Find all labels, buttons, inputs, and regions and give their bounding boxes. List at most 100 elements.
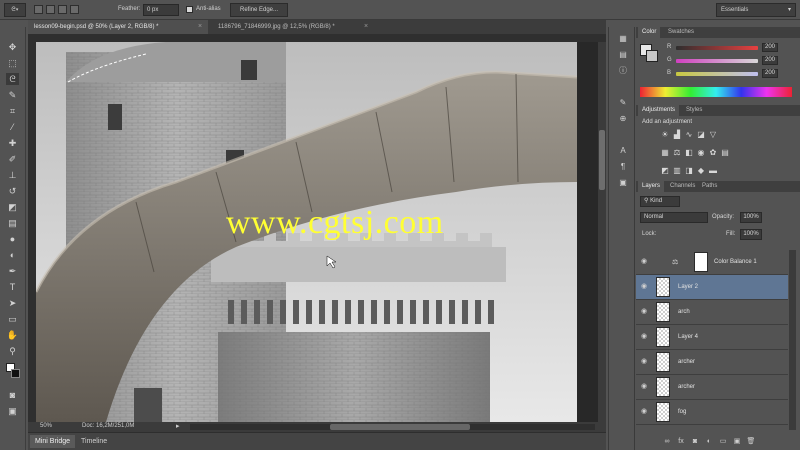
- link-layers-icon[interactable]: ∞: [662, 437, 672, 446]
- color-swatches-icon[interactable]: [6, 363, 20, 383]
- info-icon[interactable]: ⓘ: [617, 65, 629, 76]
- tab-swatches[interactable]: Swatches: [664, 27, 698, 38]
- channel-mixer-icon[interactable]: ✿: [708, 148, 718, 157]
- antialias-checkbox[interactable]: [186, 6, 193, 13]
- trash-icon[interactable]: 🗑: [746, 437, 756, 446]
- hand-tool-icon[interactable]: ✋: [6, 329, 19, 341]
- eraser-tool-icon[interactable]: ◩: [6, 201, 19, 213]
- invert-icon[interactable]: ◩: [660, 166, 670, 175]
- tab-mini-bridge[interactable]: Mini Bridge: [30, 435, 76, 448]
- brush-preset-icon[interactable]: ✎: [617, 97, 629, 108]
- eye-icon[interactable]: ◉: [641, 258, 649, 266]
- tab-styles[interactable]: Styles: [682, 105, 706, 116]
- dodge-tool-icon[interactable]: ◐: [6, 249, 19, 261]
- close-icon[interactable]: ×: [364, 20, 368, 34]
- refine-edge-button[interactable]: Refine Edge...: [230, 3, 288, 17]
- eye-icon[interactable]: ◉: [641, 283, 649, 291]
- horizontal-scrollbar-thumb[interactable]: [330, 424, 470, 430]
- levels-icon[interactable]: ▟: [672, 130, 682, 139]
- color-ramp[interactable]: [640, 87, 792, 97]
- slider-b[interactable]: [676, 72, 758, 76]
- tool-presets-icon[interactable]: ▣: [617, 177, 629, 188]
- eye-icon[interactable]: ◉: [641, 308, 649, 316]
- color-balance-icon[interactable]: ⚖: [672, 148, 682, 157]
- tab-channels[interactable]: Channels: [666, 181, 699, 192]
- selective-color-icon[interactable]: ◆: [696, 166, 706, 175]
- threshold-icon[interactable]: ◨: [684, 166, 694, 175]
- black-white-icon[interactable]: ◧: [684, 148, 694, 157]
- blend-mode-select[interactable]: Normal: [640, 212, 708, 223]
- eye-icon[interactable]: ◉: [641, 408, 649, 416]
- feather-input[interactable]: 0 px: [143, 4, 179, 16]
- path-select-tool-icon[interactable]: ➤: [6, 297, 19, 309]
- layer-row-archer[interactable]: ◉ archer: [636, 350, 788, 375]
- properties-icon[interactable]: ▤: [617, 49, 629, 60]
- layer-mask-thumb[interactable]: [694, 252, 708, 272]
- tab-adjustments[interactable]: Adjustments: [638, 105, 680, 116]
- new-layer-icon[interactable]: ▣: [732, 437, 742, 446]
- posterize-icon[interactable]: ▥: [672, 166, 682, 175]
- move-tool-icon[interactable]: ✥: [6, 41, 19, 53]
- adjustment-layer-icon[interactable]: ◐: [704, 437, 714, 446]
- new-selection-icon[interactable]: [34, 5, 43, 14]
- layers-scrollbar[interactable]: [789, 250, 796, 430]
- layer-row-arch[interactable]: ◉ arch: [636, 300, 788, 325]
- exposure-icon[interactable]: ◪: [696, 130, 706, 139]
- gradient-map-icon[interactable]: ▬: [708, 166, 718, 175]
- slider-r[interactable]: [676, 46, 758, 50]
- photo-filter-icon[interactable]: ◉: [696, 148, 706, 157]
- channel-b-value[interactable]: 200: [762, 69, 778, 78]
- hue-saturation-icon[interactable]: ▦: [660, 148, 670, 157]
- background-color-chip[interactable]: [646, 50, 658, 62]
- layer-row-layer-4[interactable]: ◉ Layer 4: [636, 325, 788, 350]
- opacity-input[interactable]: 100%: [740, 212, 762, 223]
- layer-row-layer-2[interactable]: ◉ Layer 2: [636, 275, 788, 300]
- healing-tool-icon[interactable]: ✚: [6, 137, 19, 149]
- status-zoom[interactable]: 50%: [40, 423, 52, 429]
- brush-tool-icon[interactable]: ✐: [6, 153, 19, 165]
- brightness-contrast-icon[interactable]: ☀: [660, 130, 670, 139]
- add-mask-icon[interactable]: ◙: [690, 437, 700, 446]
- shape-tool-icon[interactable]: ▭: [6, 313, 19, 325]
- clone-source-icon[interactable]: ⊕: [617, 113, 629, 124]
- tab-document-1[interactable]: lesson09-begin.psd @ 50% (Layer 2, RGB/8…: [28, 20, 208, 34]
- layer-row-archer-2[interactable]: ◉ archer: [636, 375, 788, 400]
- tab-document-2[interactable]: 1186796_71846999.jpg @ 12,5% (RGB/8) *: [212, 20, 372, 34]
- eye-icon[interactable]: ◉: [641, 383, 649, 391]
- channel-r-value[interactable]: 200: [762, 43, 778, 52]
- add-to-selection-icon[interactable]: [46, 5, 55, 14]
- tab-layers[interactable]: Layers: [638, 181, 665, 192]
- quick-mask-icon[interactable]: ◙: [6, 389, 19, 401]
- type-tool-icon[interactable]: T: [6, 281, 19, 293]
- close-icon[interactable]: ×: [198, 20, 202, 34]
- vertical-scrollbar-thumb[interactable]: [599, 130, 605, 190]
- zoom-tool-icon[interactable]: ⚲: [6, 345, 19, 357]
- tool-preset-button[interactable]: ᘓ▾: [4, 3, 26, 17]
- new-group-icon[interactable]: ▭: [718, 437, 728, 446]
- subtract-selection-icon[interactable]: [58, 5, 67, 14]
- background-color-swatch[interactable]: [11, 369, 20, 378]
- layer-row-color-balance[interactable]: ◉ ⚖ Color Balance 1: [636, 250, 788, 275]
- slider-g[interactable]: [676, 59, 758, 63]
- history-icon[interactable]: ▦: [617, 33, 629, 44]
- document-image[interactable]: www.cgtsj.com: [36, 42, 577, 422]
- crop-tool-icon[interactable]: ⌗: [6, 105, 19, 117]
- tab-color[interactable]: Color: [638, 27, 661, 38]
- fill-input[interactable]: 100%: [740, 229, 762, 240]
- blur-tool-icon[interactable]: ●: [6, 233, 19, 245]
- vibrance-icon[interactable]: ▽: [708, 130, 718, 139]
- marquee-tool-icon[interactable]: ⬚: [6, 57, 19, 69]
- gradient-tool-icon[interactable]: ▤: [6, 217, 19, 229]
- eye-icon[interactable]: ◉: [641, 358, 649, 366]
- channel-g-value[interactable]: 200: [762, 56, 778, 65]
- history-brush-tool-icon[interactable]: ↺: [6, 185, 19, 197]
- clone-stamp-tool-icon[interactable]: ⊥: [6, 169, 19, 181]
- tab-paths[interactable]: Paths: [698, 181, 721, 192]
- screen-mode-icon[interactable]: ▣: [6, 405, 19, 417]
- vertical-scrollbar[interactable]: [598, 42, 606, 422]
- workspace-select[interactable]: Essentials ▾: [716, 3, 796, 17]
- color-lookup-icon[interactable]: ▤: [720, 148, 730, 157]
- tab-timeline[interactable]: Timeline: [76, 435, 112, 448]
- eye-icon[interactable]: ◉: [641, 333, 649, 341]
- quick-select-tool-icon[interactable]: ✎: [6, 89, 19, 101]
